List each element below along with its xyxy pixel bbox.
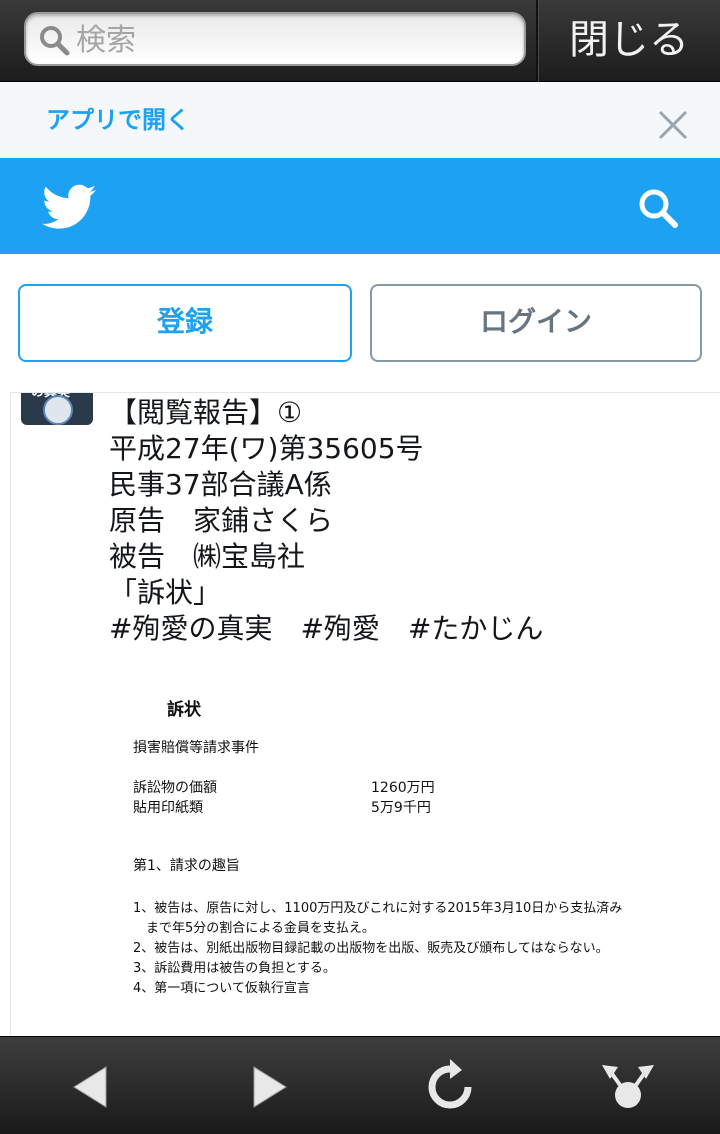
search-icon [40,26,70,56]
doc-row-value: 5万9千円 [371,800,431,816]
tweet-line: 被告 ㈱宝島社 [109,540,306,573]
signup-button[interactable]: 登録 [18,284,352,362]
doc-item: 3、訴訟費用は被告の負担とする。 [133,961,336,976]
avatar[interactable]: の真実 [21,393,93,425]
doc-item: まで年5分の割合による金員を支払え。 [133,921,375,936]
doc-case: 損害賠償等請求事件 [133,740,259,756]
search-icon[interactable] [636,186,680,230]
tweet-text: 【閲覧報告】① 平成27年(ワ)第35605号 民事37部合議A係 原告 家鋪さ… [109,395,709,647]
tweet-line: 平成27年(ワ)第35605号 [109,432,424,465]
back-icon[interactable] [62,1059,118,1115]
tweet-line: 民事37部合議A係 [109,468,332,501]
tweet-attached-image[interactable]: 訴状 損害賠償等請求事件 訴訟物の価額 1260万円 貼用印紙類 5万9千円 第… [109,683,699,1013]
search-box[interactable] [24,12,526,66]
browser-bottom-bar [0,1036,720,1134]
doc-section: 第1、請求の趣旨 [133,858,240,874]
browser-top-bar: 閉じる [0,0,720,82]
avatar-figure [43,395,73,425]
tweet-line: 【閲覧報告】① [109,396,303,429]
search-input[interactable] [76,20,516,60]
doc-item: 2、被告は、別紙出版物目録記載の出版物を出版、販売及び頒布してはならない。 [133,941,609,956]
share-icon[interactable] [600,1059,656,1115]
twitter-header [0,158,720,254]
open-in-app-banner: アプリで開く [0,82,720,158]
doc-row-value: 1260万円 [371,780,435,796]
open-in-app-link[interactable]: アプリで開く [46,100,190,135]
doc-row-label: 訴訟物の価額 [133,780,217,796]
tweet-line: 「訴状」 [109,576,222,609]
doc-title: 訴状 [167,700,201,720]
tweet-line: 原告 家鋪さくら [109,504,334,537]
close-icon[interactable] [654,106,692,144]
doc-item: 1、被告は、原告に対し、1100万円及びこれに対する2015年3月10日から支払… [133,901,623,916]
close-button[interactable]: 閉じる [536,0,720,82]
tweet-card: の真実 【閲覧報告】① 平成27年(ワ)第35605号 民事37部合議A係 原告… [10,392,720,1037]
reload-icon[interactable] [422,1059,478,1115]
tweet-hashtags[interactable]: #殉愛の真実 #殉愛 #たかじん [109,611,709,647]
doc-item: 4、第一項について仮執行宣言 [133,981,310,996]
twitter-bird-icon[interactable] [42,184,96,230]
login-button[interactable]: ログイン [370,284,702,362]
doc-row-label: 貼用印紙類 [133,800,203,816]
forward-icon[interactable] [242,1059,298,1115]
